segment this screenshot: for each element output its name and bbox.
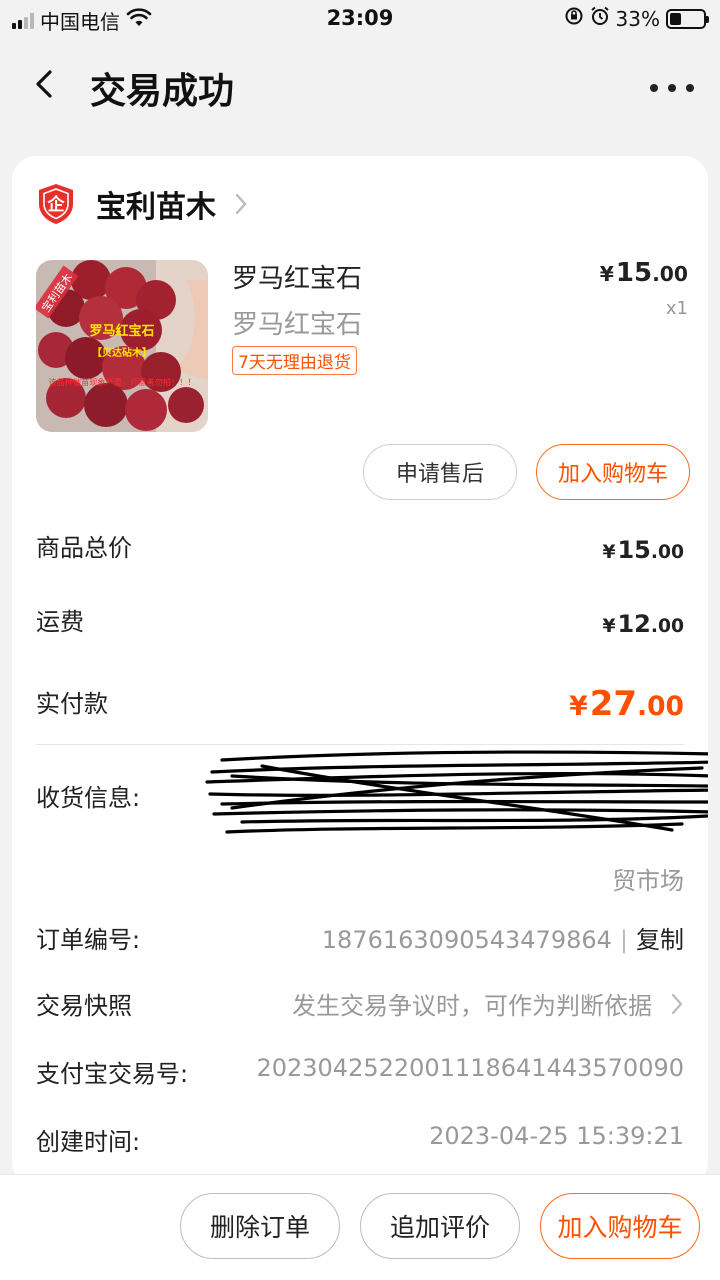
order-number-label: 订单编号: xyxy=(36,926,141,954)
goods-total-value: ¥15.00 xyxy=(602,536,684,564)
status-right: 33% xyxy=(564,6,709,31)
add-to-cart-button[interactable]: 加入购物车 xyxy=(536,444,690,500)
shop-badge-char: 企 xyxy=(47,194,66,215)
product-name[interactable]: 罗马红宝石 xyxy=(232,258,362,295)
page-title: 交易成功 xyxy=(90,71,235,112)
order-card: 企 宝利苗木 宝利苗木 罗马红宝石 【贝达砧木】 该品种催苗现象严重，介意者勿拍… xyxy=(12,156,708,1186)
currency-symbol: ¥ xyxy=(602,542,616,563)
rotation-lock-icon xyxy=(564,6,584,31)
add-review-button[interactable]: 追加评价 xyxy=(360,1193,520,1259)
alipay-trade-label: 支付宝交易号: xyxy=(36,1060,189,1088)
enterprise-shield-icon: 企 xyxy=(39,184,73,224)
battery-icon xyxy=(666,8,709,29)
currency-symbol: ¥ xyxy=(602,616,616,637)
copy-order-number-button[interactable]: 复制 xyxy=(636,926,684,954)
value-decimal: .00 xyxy=(637,691,684,722)
goods-total-label: 商品总价 xyxy=(36,534,132,562)
value-decimal: .00 xyxy=(650,616,684,637)
more-options-button[interactable] xyxy=(650,70,694,106)
snapshot-value: 发生交易争议时，可作为判断依据 xyxy=(292,992,652,1020)
goods-total-row: 商品总价 ¥15.00 xyxy=(36,528,684,568)
order-number-value: 1876163090543479864 xyxy=(321,926,612,954)
nav-bar: 交易成功 xyxy=(0,50,720,122)
chevron-right-icon xyxy=(671,993,683,1014)
created-time-label: 创建时间: xyxy=(36,1128,141,1156)
delete-order-button[interactable]: 删除订单 xyxy=(180,1193,340,1259)
chevron-left-icon xyxy=(36,70,52,98)
value-integer: 27 xyxy=(589,684,638,724)
more-dot-icon xyxy=(686,84,694,92)
value-integer: 15 xyxy=(617,536,651,564)
divider xyxy=(36,744,684,745)
back-button[interactable] xyxy=(22,62,66,106)
bottom-action-bar: 删除订单 追加评价 加入购物车 xyxy=(0,1174,720,1280)
apply-aftersale-button[interactable]: 申请售后 xyxy=(363,444,517,500)
shipping-row: 运费 ¥12.00 xyxy=(36,602,684,642)
image-title-text: 罗马红宝石 xyxy=(89,323,154,339)
paid-label: 实付款 xyxy=(36,690,108,718)
snapshot-label[interactable]: 交易快照 xyxy=(36,986,132,1021)
image-warning-text: 该品种催苗现象严重，介意者勿拍！！！ xyxy=(48,377,195,387)
created-time-value: 2023-04-25 15:39:21 xyxy=(429,1122,684,1150)
image-subtitle-text: 【贝达砧木】 xyxy=(92,346,152,359)
product-price: ¥15.00 xyxy=(600,258,688,288)
more-dot-icon xyxy=(650,84,658,92)
shipping-value: ¥12.00 xyxy=(602,610,684,638)
product-quantity: x1 xyxy=(665,298,688,319)
product-image[interactable]: 宝利苗木 罗马红宝石 【贝达砧木】 该品种催苗现象严重，介意者勿拍！！！ xyxy=(36,260,208,432)
redaction-scribble xyxy=(205,750,708,834)
address-tail: 贸市场 xyxy=(612,867,684,895)
price-integer: 15 xyxy=(615,258,653,288)
currency-symbol: ¥ xyxy=(599,262,614,286)
separator: | xyxy=(619,926,628,954)
order-number-row: 1876163090543479864 | 复制 xyxy=(322,920,684,955)
battery-level xyxy=(670,12,681,25)
value-decimal: .00 xyxy=(650,542,684,563)
shop-header[interactable]: 企 宝利苗木 xyxy=(36,182,248,226)
bottom-add-to-cart-button[interactable]: 加入购物车 xyxy=(540,1193,700,1259)
value-integer: 12 xyxy=(617,610,651,638)
alipay-trade-value: 2023042522001118641443570090 xyxy=(256,1054,684,1082)
snapshot-row[interactable]: 发生交易争议时，可作为判断依据 xyxy=(292,986,684,1021)
more-dot-icon xyxy=(668,84,676,92)
alarm-icon xyxy=(590,6,610,31)
chevron-right-icon xyxy=(235,193,247,215)
return-policy-badge: 7天无理由退货 xyxy=(232,346,357,375)
currency-symbol: ¥ xyxy=(569,691,588,722)
status-bar: 中国电信 23:09 33% xyxy=(0,0,720,38)
price-decimal: .00 xyxy=(652,262,688,286)
shipping-label: 运费 xyxy=(36,608,84,636)
product-sku: 罗马红宝石 xyxy=(232,310,363,340)
paid-value: ¥27.00 xyxy=(569,684,684,724)
battery-percent: 33% xyxy=(615,6,660,31)
address-label: 收货信息: xyxy=(36,784,141,812)
shop-name: 宝利苗木 xyxy=(96,190,216,225)
paid-row: 实付款 ¥27.00 xyxy=(36,684,684,724)
